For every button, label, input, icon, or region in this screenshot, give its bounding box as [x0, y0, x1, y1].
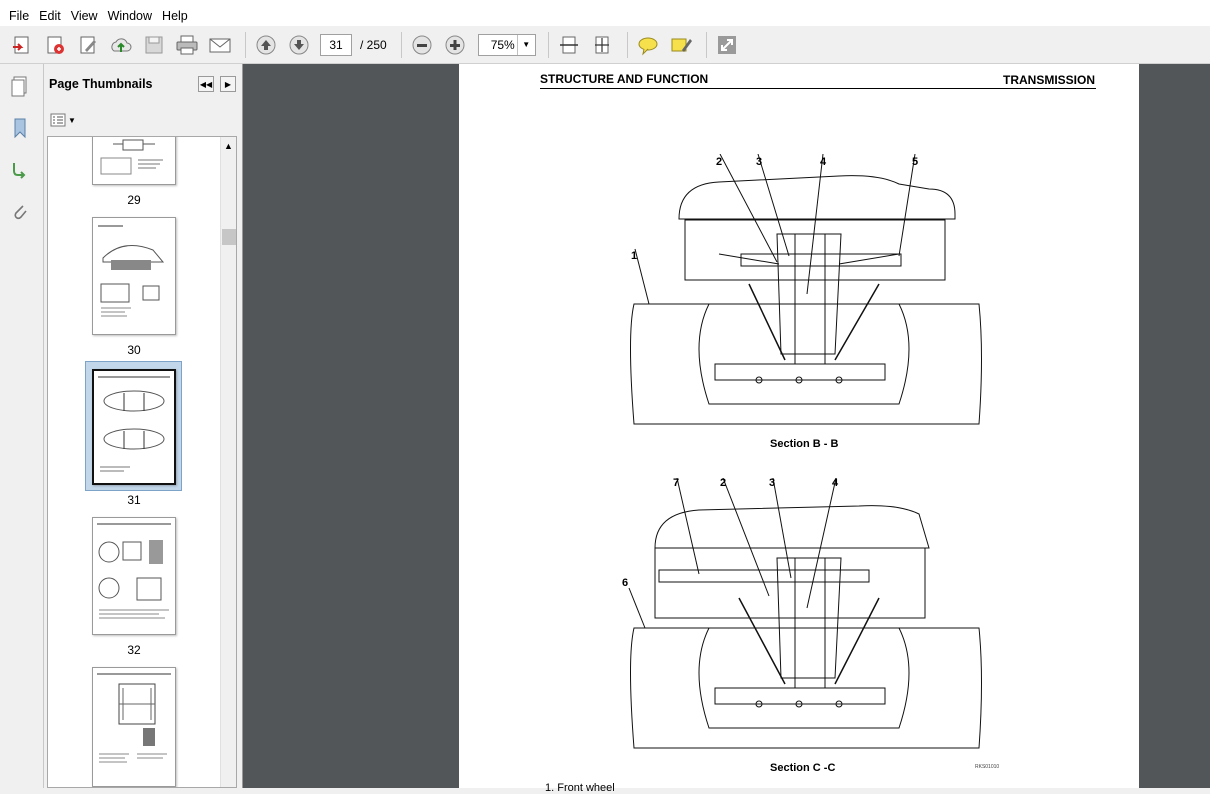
callout-label: 1	[631, 250, 638, 262]
next-page-icon[interactable]	[285, 31, 313, 59]
zoom-value: 75%	[490, 37, 515, 52]
bookmarks-icon[interactable]	[8, 116, 32, 140]
toolbar-separator	[400, 31, 402, 58]
save-icon[interactable]	[140, 31, 168, 59]
section-c-drawing	[628, 478, 982, 749]
page-total: / 250	[360, 37, 387, 52]
thumbnail-label: 29	[127, 193, 141, 207]
thumbnail-page[interactable]	[92, 517, 176, 635]
toolbar-separator	[245, 31, 246, 58]
callout-label: 3	[769, 477, 776, 489]
menu-help[interactable]: Help	[157, 9, 193, 23]
thumbnail-page[interactable]	[92, 217, 176, 335]
menu-bar: File Edit View Window Help	[0, 6, 1210, 26]
callout-label: 7	[673, 477, 680, 489]
zoom-in-icon[interactable]	[441, 31, 469, 59]
toolbar: 31 / 250 75% ▼	[0, 26, 1210, 64]
header-left: STRUCTURE AND FUNCTION	[540, 72, 709, 86]
create-icon[interactable]	[8, 31, 36, 59]
prev-page-icon[interactable]	[252, 31, 280, 59]
email-icon[interactable]	[206, 31, 234, 59]
callout-label: 4	[832, 477, 839, 489]
options-icon[interactable]: ▼	[50, 110, 78, 130]
upload-icon[interactable]	[107, 31, 135, 59]
navigation-rail	[0, 64, 44, 788]
document-viewport: STRUCTURE AND FUNCTION TRANSMISSION 1 2 …	[243, 64, 1210, 794]
menu-file[interactable]: File	[4, 9, 34, 23]
thumbnail-page[interactable]	[92, 137, 176, 185]
callout-label: 3	[756, 156, 763, 168]
panel-title: Page Thumbnails	[49, 77, 153, 91]
section-caption: Section B - B	[770, 438, 839, 450]
menu-view[interactable]: View	[66, 9, 103, 23]
signatures-icon[interactable]	[8, 158, 32, 182]
callout-label: 5	[912, 156, 919, 168]
page-number-input[interactable]: 31	[320, 33, 352, 56]
figure-code: RKS01010	[975, 764, 1000, 770]
page-thumbnails-icon[interactable]	[8, 74, 32, 98]
toolbar-separator	[705, 31, 707, 58]
section-caption: Section C -C	[770, 762, 836, 774]
scrollbar-thumb[interactable]	[222, 229, 236, 245]
header-rule	[540, 88, 1096, 89]
chevron-down-icon[interactable]: ▼	[516, 34, 535, 55]
toolbar-separator	[547, 31, 549, 58]
thumbnail-list: 29 30 31 32 ▲	[47, 136, 237, 788]
fit-width-icon[interactable]	[555, 31, 583, 59]
thumbnail-page-selected[interactable]	[92, 369, 176, 485]
expand-icon[interactable]	[713, 31, 741, 59]
collapse-panel-icon[interactable]: ◀◀	[198, 76, 214, 92]
document-page: STRUCTURE AND FUNCTION TRANSMISSION 1 2 …	[459, 64, 1139, 794]
callout-label: 2	[720, 477, 727, 489]
comment-icon[interactable]	[634, 31, 662, 59]
thumbnail-label: 32	[127, 643, 141, 657]
print-icon[interactable]	[173, 31, 201, 59]
highlight-icon[interactable]	[667, 31, 695, 59]
edit-icon[interactable]	[74, 31, 102, 59]
section-b-drawing	[630, 154, 982, 425]
header-right: TRANSMISSION	[1002, 73, 1095, 87]
callout-label: 4	[820, 156, 827, 168]
legend-text: 1. Front wheel	[545, 782, 615, 794]
callout-label: 6	[622, 577, 629, 589]
zoom-out-icon[interactable]	[408, 31, 436, 59]
menu-edit[interactable]: Edit	[34, 9, 66, 23]
zoom-select[interactable]: 75% ▼	[477, 33, 536, 56]
thumbnail-scrollbar[interactable]: ▲	[220, 137, 236, 787]
thumbnail-label: 30	[127, 343, 141, 357]
callout-label: 2	[716, 156, 723, 168]
thumbnail-page[interactable]	[92, 667, 176, 787]
panel-expand-icon[interactable]: ▶	[220, 76, 236, 92]
convert-icon[interactable]	[41, 31, 69, 59]
fit-page-icon[interactable]	[588, 31, 616, 59]
thumbnail-label: 31	[127, 493, 141, 507]
scroll-up-icon[interactable]: ▲	[224, 141, 233, 151]
thumbnails-panel: Page Thumbnails ◀◀ ▶ ▼ 29 30 31 32 ▲	[44, 64, 242, 788]
menu-window[interactable]: Window	[103, 9, 157, 23]
attachments-icon[interactable]	[8, 200, 32, 224]
toolbar-separator	[626, 31, 628, 58]
